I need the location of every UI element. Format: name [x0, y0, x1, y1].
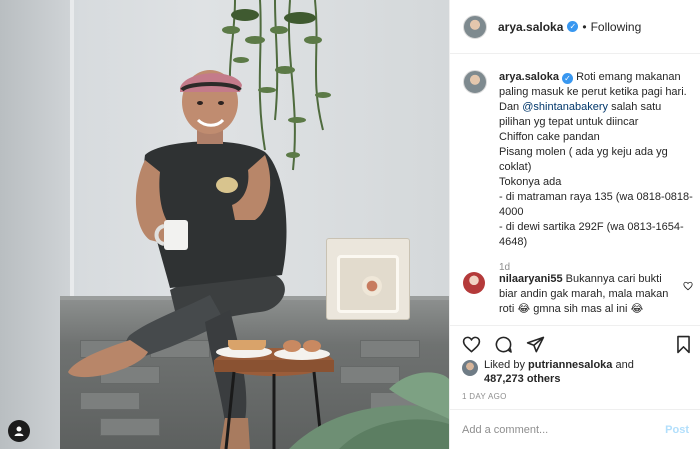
- likes-count[interactable]: 487,273 others: [484, 373, 560, 385]
- likes-prefix: Liked by: [484, 359, 525, 371]
- author-username[interactable]: arya.saloka: [498, 20, 563, 34]
- instagram-post: arya.saloka ✓ • Following arya.saloka ✓ …: [0, 0, 700, 449]
- caption-line-3: Chiffon cake pandan: [499, 131, 600, 143]
- user-tag-icon[interactable]: [8, 420, 30, 442]
- post-comment-button[interactable]: Post: [665, 424, 689, 436]
- bookmark-icon[interactable]: [675, 335, 692, 359]
- liker-username[interactable]: putriannesaloka: [528, 359, 612, 371]
- comment-like-icon[interactable]: [683, 278, 693, 296]
- commenter-avatar[interactable]: [463, 272, 485, 294]
- caption-line-4: Pisang molen ( ada yg keju ada yg coklat…: [499, 146, 668, 173]
- caption-line-5: Tokonya ada: [499, 176, 562, 188]
- separator-dot: •: [582, 19, 587, 34]
- likes-summary: Liked by putriannesaloka and 487,273 oth…: [462, 358, 674, 386]
- comment-text: nilaaryani55 Bukannya cari bukti biar an…: [499, 272, 681, 317]
- foreground-leaves: [289, 372, 449, 449]
- verified-badge-icon: ✓: [562, 73, 573, 84]
- laughing-emoji-2: 😂: [630, 303, 644, 315]
- caption-line-6: - di matraman raya 135 (wa 0818-0818-400…: [499, 191, 693, 218]
- post-photo[interactable]: [0, 0, 449, 449]
- caption-text: arya.saloka ✓ Roti emang makanan paling …: [499, 70, 693, 275]
- likes-connector: and: [615, 359, 634, 371]
- verified-badge-icon: ✓: [567, 21, 579, 32]
- post-header: arya.saloka ✓ • Following: [450, 0, 700, 54]
- caption-avatar[interactable]: [463, 70, 487, 94]
- post-timestamp[interactable]: 1 DAY AGO: [462, 392, 507, 401]
- comment-body-text-2: gmna sih mas al ini: [533, 303, 628, 315]
- caption-username[interactable]: arya.saloka: [499, 71, 559, 83]
- comment-icon[interactable]: [494, 335, 513, 359]
- add-comment-bar: Post: [450, 409, 700, 449]
- comment-input[interactable]: [462, 423, 666, 436]
- caption-line-7: - di dewi sartika 292F (wa 0813-1654-464…: [499, 221, 684, 248]
- following-button[interactable]: Following: [591, 20, 642, 34]
- caption: arya.saloka ✓ Roti emang makanan paling …: [463, 70, 693, 275]
- post-sidebar: arya.saloka ✓ • Following arya.saloka ✓ …: [449, 0, 700, 449]
- author-avatar[interactable]: [463, 14, 487, 39]
- comment-item: nilaaryani55 Bukannya cari bukti biar an…: [463, 272, 693, 317]
- caption-dan: Dan: [499, 101, 520, 113]
- comments-section: arya.saloka ✓ Roti emang makanan paling …: [450, 54, 700, 325]
- mention-link[interactable]: @shintanabakery: [522, 101, 608, 113]
- laughing-emoji: 😂: [517, 303, 531, 315]
- heart-icon[interactable]: [462, 335, 481, 359]
- liker-avatar[interactable]: [462, 360, 478, 376]
- share-icon[interactable]: [526, 335, 545, 359]
- commenter-username[interactable]: nilaaryani55: [499, 273, 563, 285]
